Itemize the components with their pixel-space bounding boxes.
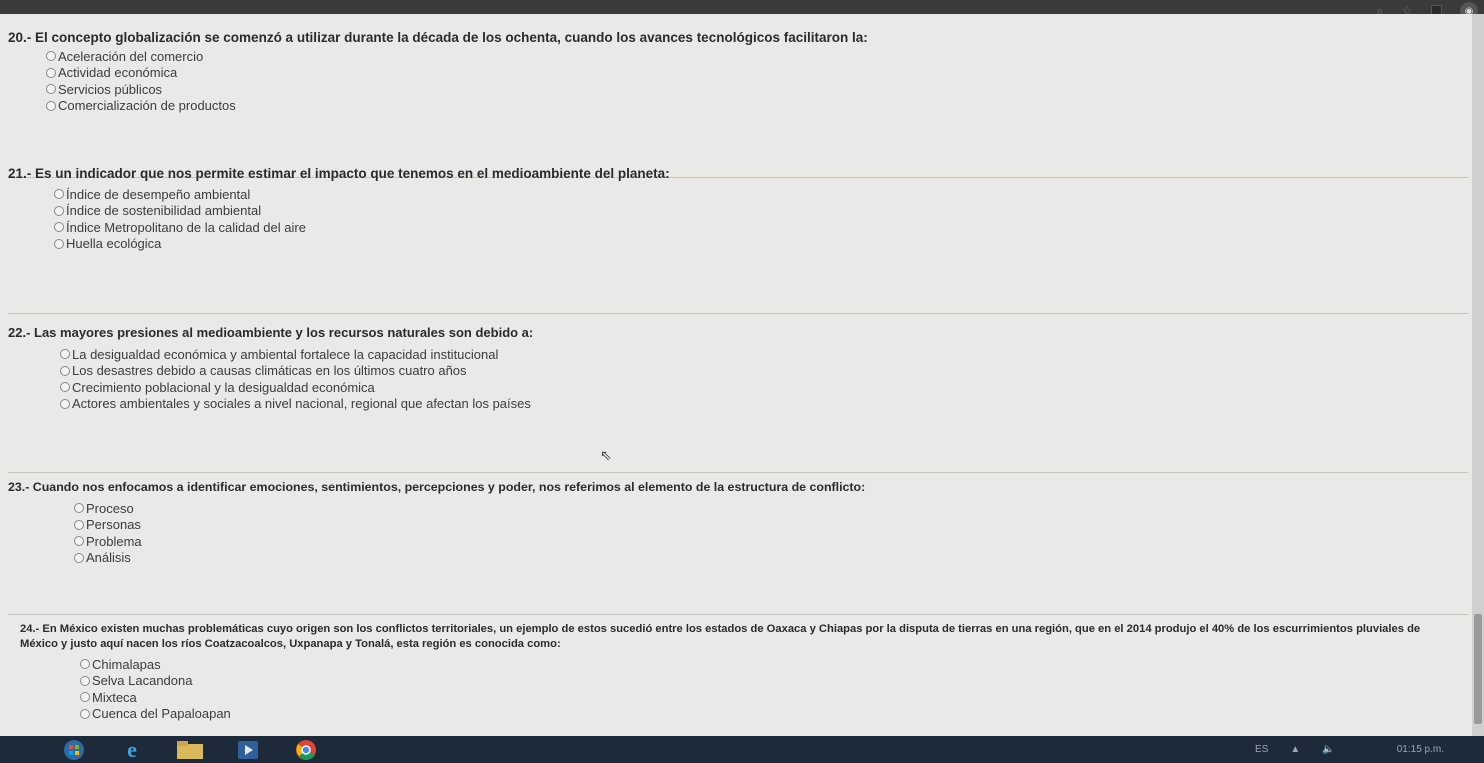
option[interactable]: Índice Metropolitano de la calidad del a…: [54, 219, 1468, 236]
radio-button[interactable]: [74, 552, 84, 563]
option-label: Actores ambientales y sociales a nivel n…: [72, 396, 531, 412]
option[interactable]: Huella ecológica: [54, 236, 1468, 253]
option[interactable]: La desigualdad económica y ambiental for…: [60, 346, 1468, 363]
option[interactable]: Crecimiento poblacional y la desigualdad…: [60, 379, 1468, 396]
question-text: 20.- El concepto globalización se comenz…: [8, 30, 868, 45]
radio-button[interactable]: [46, 100, 56, 111]
option[interactable]: Servicios públicos: [46, 81, 1468, 98]
radio-button[interactable]: [80, 708, 90, 719]
option[interactable]: Cuenca del Papaloapan: [80, 706, 1468, 723]
option-label: La desigualdad económica y ambiental for…: [72, 346, 499, 362]
option[interactable]: Proceso: [74, 500, 1468, 517]
option-label: Proceso: [86, 500, 134, 516]
option[interactable]: Análisis: [74, 550, 1468, 567]
radio-button[interactable]: [54, 189, 64, 200]
option-label: Chimalapas: [92, 656, 161, 672]
radio-button[interactable]: [74, 519, 84, 530]
option-label: Índice Metropolitano de la calidad del a…: [66, 219, 306, 235]
option-label: Índice de desempeño ambiental: [66, 186, 251, 202]
radio-button[interactable]: [80, 659, 90, 670]
option[interactable]: Mixteca: [80, 689, 1468, 706]
option[interactable]: Chimalapas: [80, 656, 1468, 673]
question-22: 22.- Las mayores presiones al medioambie…: [8, 325, 1468, 473]
option-label: Servicios públicos: [58, 81, 163, 97]
option[interactable]: Selva Lacandona: [80, 673, 1468, 690]
radio-button[interactable]: [54, 205, 64, 216]
radio-button[interactable]: [60, 382, 70, 393]
option-label: Los desastres debido a causas climáticas…: [72, 363, 467, 379]
option-label: Análisis: [86, 550, 131, 566]
option-label: Mixteca: [92, 689, 137, 705]
radio-button[interactable]: [60, 349, 70, 360]
option-label: Crecimiento poblacional y la desigualdad…: [72, 379, 375, 395]
internet-explorer-icon[interactable]: e: [112, 736, 152, 763]
taskbar: e ES ▲ 🔈 01:15 p.m.: [0, 736, 1484, 763]
radio-button[interactable]: [80, 675, 90, 686]
option-label: Aceleración del comercio: [58, 48, 204, 64]
question-text: 23.- Cuando nos enfocamos a identificar …: [8, 480, 866, 494]
tray-arrow-icon[interactable]: ▲: [1290, 744, 1300, 755]
quiz-page: 20.- El concepto globalización se comenz…: [0, 14, 1472, 736]
radio-button[interactable]: [60, 398, 70, 409]
question-text: 21.- Es un indicador que nos permite est…: [8, 166, 670, 181]
scrollbar-thumb[interactable]: [1474, 614, 1482, 724]
option-label: Huella ecológica: [66, 236, 162, 252]
question-text: 24.- En México existen muchas problemáti…: [20, 623, 1421, 650]
question-24: 24.- En México existen muchas problemáti…: [8, 622, 1468, 736]
scrollbar[interactable]: [1472, 14, 1484, 736]
option-label: Selva Lacandona: [92, 673, 193, 689]
browser-topbar: [0, 0, 1484, 14]
option-label: Índice de sostenibilidad ambiental: [66, 203, 262, 219]
radio-button[interactable]: [46, 51, 56, 62]
file-explorer-icon[interactable]: [170, 736, 210, 763]
option[interactable]: Comercialización de productos: [46, 98, 1468, 115]
option[interactable]: Personas: [74, 517, 1468, 534]
windows-start-icon[interactable]: [54, 736, 94, 763]
option[interactable]: Índice de sostenibilidad ambiental: [54, 203, 1468, 220]
radio-button[interactable]: [54, 238, 64, 249]
media-player-icon[interactable]: [228, 736, 268, 763]
chrome-icon[interactable]: [286, 736, 326, 763]
clock[interactable]: 01:15 p.m.: [1397, 744, 1444, 755]
radio-button[interactable]: [60, 365, 70, 376]
radio-button[interactable]: [46, 84, 56, 95]
question-text: 22.- Las mayores presiones al medioambie…: [8, 325, 534, 340]
option-label: Actividad económica: [58, 65, 178, 81]
volume-icon[interactable]: 🔈: [1322, 744, 1334, 755]
question-23: 23.- Cuando nos enfocamos a identificar …: [8, 480, 1468, 615]
option-label: Comercialización de productos: [58, 98, 236, 114]
radio-button[interactable]: [74, 503, 84, 514]
option[interactable]: Los desastres debido a causas climáticas…: [60, 363, 1468, 380]
option[interactable]: Aceleración del comercio: [46, 48, 1468, 65]
radio-button[interactable]: [46, 67, 56, 78]
radio-button[interactable]: [80, 692, 90, 703]
question-20: 20.- El concepto globalización se comenz…: [8, 30, 1468, 178]
option[interactable]: Actividad económica: [46, 65, 1468, 82]
option[interactable]: Índice de desempeño ambiental: [54, 186, 1468, 203]
option[interactable]: Actores ambientales y sociales a nivel n…: [60, 396, 1468, 413]
radio-button[interactable]: [74, 536, 84, 547]
question-21: 21.- Es un indicador que nos permite est…: [8, 166, 1468, 314]
language-indicator[interactable]: ES: [1255, 744, 1268, 755]
option-label: Problema: [86, 533, 142, 549]
option-label: Personas: [86, 517, 141, 533]
system-tray: ES ▲ 🔈 01:15 p.m.: [1255, 736, 1444, 763]
mouse-cursor: ⇖: [600, 447, 612, 463]
radio-button[interactable]: [54, 222, 64, 233]
option-label: Cuenca del Papaloapan: [92, 706, 231, 722]
option[interactable]: Problema: [74, 533, 1468, 550]
